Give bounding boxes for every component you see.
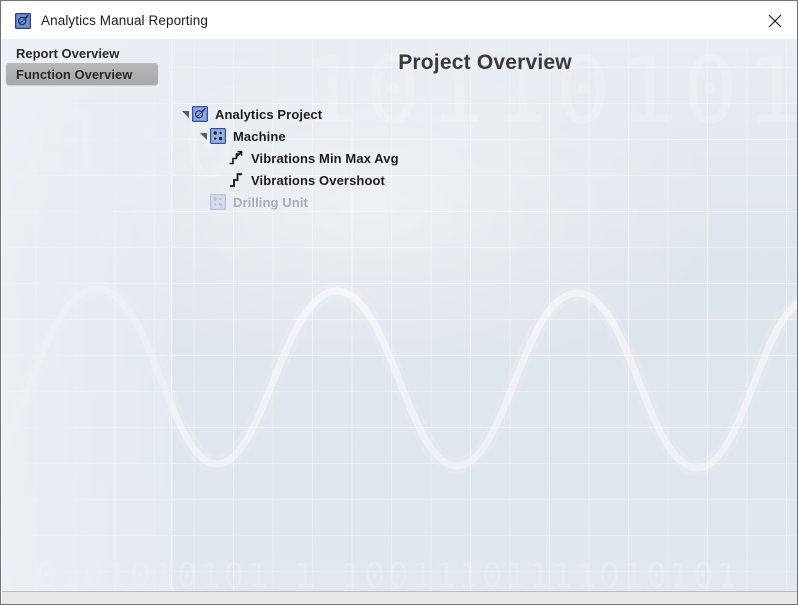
expander-collapse-icon[interactable]: [178, 103, 192, 125]
project-tree: Analytics Project Machine Vibrations Min…: [172, 103, 672, 213]
expander-collapse-icon[interactable]: [196, 125, 210, 147]
function-step-icon: [228, 172, 244, 188]
sidebar-item-label: Function Overview: [16, 66, 133, 82]
analytics-scope-icon: [15, 12, 31, 29]
client-area: 0110 10110101 0101010101 1 1001110111101…: [2, 39, 797, 604]
page-title: Project Overview: [398, 51, 572, 74]
close-button[interactable]: [752, 2, 797, 39]
title-bar: Analytics Manual Reporting: [2, 2, 797, 39]
tree-node-label: Analytics Project: [215, 106, 323, 122]
window-title: Analytics Manual Reporting: [41, 13, 208, 28]
function-trend-icon: [228, 150, 244, 166]
analytics-project-icon: [192, 106, 208, 122]
tree-node-label: Drilling Unit: [233, 194, 308, 210]
tree-node-label: Vibrations Overshoot: [251, 172, 385, 188]
tree-node-vibrations-min-max-avg[interactable]: Vibrations Min Max Avg: [172, 147, 672, 169]
sidebar-item-function-overview[interactable]: Function Overview: [6, 63, 158, 85]
status-bar: [2, 591, 797, 604]
tree-node-label: Machine: [233, 128, 286, 144]
tree-node-machine[interactable]: Machine: [172, 125, 672, 147]
sidebar-item-label: Report Overview: [16, 45, 120, 61]
tree-node-vibrations-overshoot[interactable]: Vibrations Overshoot: [172, 169, 672, 191]
sidebar-item-report-overview[interactable]: Report Overview: [6, 42, 158, 64]
tree-node-drilling-unit[interactable]: Drilling Unit: [172, 191, 672, 213]
close-icon: [768, 14, 782, 27]
machine-icon: [210, 194, 226, 210]
machine-icon: [210, 128, 226, 144]
sidebar: Report Overview Function Overview: [2, 39, 172, 604]
expander-placeholder: [196, 191, 210, 213]
tree-node-analytics-project[interactable]: Analytics Project: [172, 103, 672, 125]
application-window: Analytics Manual Reporting 0110 10110101…: [0, 0, 798, 605]
tree-node-label: Vibrations Min Max Avg: [251, 150, 399, 166]
